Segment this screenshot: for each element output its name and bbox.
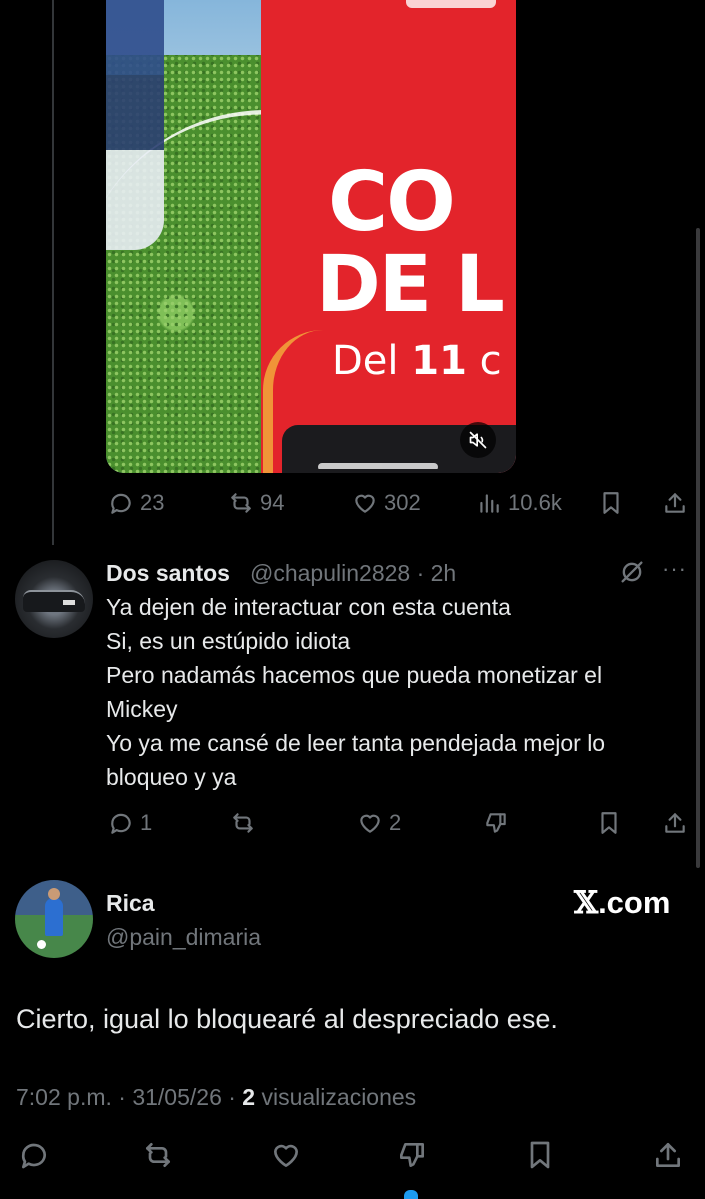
bookmark-icon bbox=[601, 812, 617, 834]
main-author-handle[interactable]: @pain_dimaria bbox=[106, 924, 261, 951]
video-player-figure bbox=[106, 0, 164, 250]
tweet-video[interactable]: CO DE L Del 11 c bbox=[106, 0, 516, 473]
dislike-button[interactable] bbox=[483, 808, 509, 838]
retweet-icon bbox=[231, 493, 251, 513]
retweet-icon bbox=[146, 1143, 170, 1167]
reply-author-name[interactable]: Dos santos bbox=[106, 560, 230, 587]
reply-line: bloqueo y ya bbox=[106, 764, 237, 790]
views-label: visualizaciones bbox=[255, 1084, 417, 1110]
muted-speaker-icon[interactable] bbox=[460, 422, 496, 458]
reply-button[interactable] bbox=[18, 1138, 50, 1172]
main-tweet-text: Cierto, igual lo bloquearé al despreciad… bbox=[16, 1004, 558, 1034]
heart-icon bbox=[360, 814, 380, 833]
video-banner-top-text bbox=[406, 0, 496, 8]
share-icon bbox=[656, 1143, 680, 1167]
reply-line: Mickey bbox=[106, 696, 178, 722]
reply-author-handle[interactable]: @chapulin2828 · 2h bbox=[250, 560, 456, 587]
like-button[interactable]: 2 bbox=[357, 808, 401, 838]
reply-icon bbox=[111, 493, 131, 514]
share-button[interactable] bbox=[662, 488, 688, 518]
like-button[interactable] bbox=[270, 1138, 302, 1172]
like-count: 2 bbox=[389, 810, 402, 835]
reply-button[interactable]: 1 bbox=[108, 808, 152, 838]
reply-line: Pero nadamás hacemos que pueda monetizar… bbox=[106, 662, 603, 688]
main-tweet-actions bbox=[0, 1138, 705, 1172]
reply-time: · 2h bbox=[416, 560, 457, 586]
top-tweet-actions: 23 94 302 10.6k bbox=[0, 488, 705, 518]
bookmark-button[interactable] bbox=[598, 488, 624, 518]
dislike-icon bbox=[486, 813, 506, 833]
retweet-button[interactable] bbox=[230, 808, 256, 838]
share-icon bbox=[665, 813, 685, 833]
views-number: 2 bbox=[242, 1084, 256, 1110]
like-button[interactable]: 302 bbox=[352, 488, 421, 518]
retweet-icon bbox=[233, 813, 253, 833]
share-button[interactable] bbox=[652, 1138, 684, 1172]
grok-icon[interactable] bbox=[618, 558, 646, 586]
banner-text-line1: CO bbox=[328, 155, 456, 250]
avatar-dos-santos[interactable] bbox=[15, 560, 93, 638]
tweet-meta: 7:02 p.m. · 31/05/26 · 2 visualizaciones bbox=[16, 1084, 416, 1111]
reply-text: Ya dejen de interactuar con esta cuenta … bbox=[106, 590, 605, 794]
tweet-timestamp[interactable]: 7:02 p.m. · 31/05/26 · bbox=[16, 1084, 242, 1110]
reply-line: Si, es un estúpido idiota bbox=[106, 628, 351, 654]
reply-tweet-actions: 1 2 bbox=[0, 808, 705, 838]
banner-text-line2: DE L bbox=[316, 240, 505, 330]
x-com-watermark: 𝕏.com bbox=[574, 885, 671, 921]
share-icon bbox=[665, 493, 685, 513]
bookmark-icon bbox=[603, 492, 619, 514]
views-count: 10.6k bbox=[508, 490, 562, 515]
reply-icon bbox=[21, 1143, 46, 1169]
reply-line: Ya dejen de interactuar con esta cuenta bbox=[106, 594, 511, 620]
views-icon bbox=[480, 494, 499, 513]
reply-count: 23 bbox=[140, 490, 165, 515]
retweet-button[interactable]: 94 bbox=[228, 488, 284, 518]
dislike-icon bbox=[400, 1143, 424, 1167]
retweet-button[interactable] bbox=[142, 1138, 174, 1172]
bookmark-button[interactable] bbox=[596, 808, 622, 838]
more-options-icon[interactable]: ··· bbox=[662, 556, 687, 582]
reply-count: 1 bbox=[140, 810, 153, 835]
views-button[interactable]: 10.6k bbox=[476, 488, 562, 518]
active-tab-indicator bbox=[404, 1190, 418, 1199]
scrollbar[interactable] bbox=[696, 228, 700, 868]
reply-button[interactable]: 23 bbox=[108, 488, 164, 518]
banner-text-line3: Del 11 c bbox=[332, 338, 502, 384]
main-author-name[interactable]: Rica bbox=[106, 890, 155, 917]
share-button[interactable] bbox=[662, 808, 688, 838]
reply-icon bbox=[111, 813, 131, 834]
bookmark-icon bbox=[530, 1141, 550, 1169]
reply-line: Yo ya me cansé de leer tanta pendejada m… bbox=[106, 730, 606, 756]
heart-icon bbox=[355, 494, 375, 513]
retweet-count: 94 bbox=[260, 490, 285, 515]
bookmark-button[interactable] bbox=[524, 1138, 556, 1172]
like-count: 302 bbox=[384, 490, 421, 515]
dislike-button[interactable] bbox=[396, 1138, 428, 1172]
thread-connector-line bbox=[52, 0, 54, 545]
avatar-rica[interactable] bbox=[15, 880, 93, 958]
heart-icon bbox=[274, 1144, 298, 1167]
